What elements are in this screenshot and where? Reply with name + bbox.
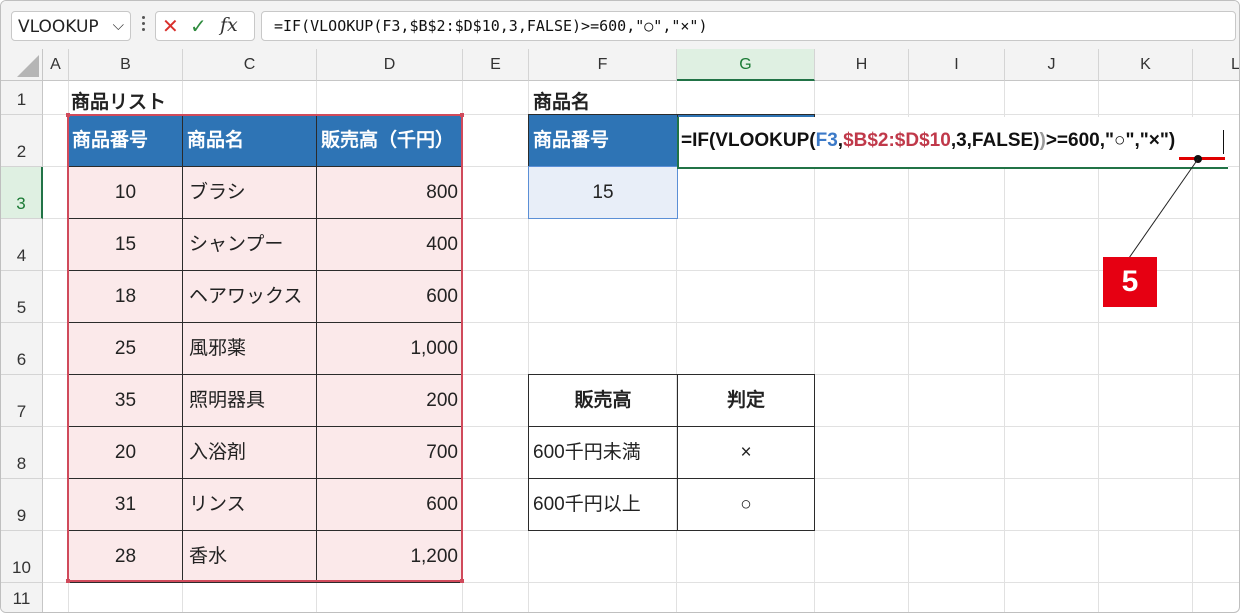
sales-cell[interactable]: 200 [316, 374, 463, 427]
header-product-name[interactable]: 商品名 [182, 114, 317, 167]
row-header-9[interactable]: 9 [1, 479, 43, 531]
row-number: 4 [16, 246, 27, 265]
row-number: 10 [12, 558, 31, 577]
row-number: 5 [16, 298, 27, 317]
sales-cell[interactable]: 600 [316, 478, 463, 531]
column-header-d[interactable]: D [317, 49, 463, 81]
row-header-5[interactable]: 5 [1, 271, 43, 323]
product-name-cell[interactable]: 照明器具 [182, 374, 317, 427]
column-header-e[interactable]: E [463, 49, 529, 81]
formula-part: =IF(VLOOKUP( [681, 130, 816, 151]
column-header-c[interactable]: C [183, 49, 317, 81]
criteria-cell[interactable]: ○ [677, 478, 815, 531]
column-header-f[interactable]: F [529, 49, 677, 81]
formula-bar: VLOOKUP ⌵ ✕ ✓ fx =IF(VLOOKUP(F3,$B$2:$D$… [1, 1, 1239, 50]
column-header-g[interactable]: G [677, 49, 815, 81]
column-header-h[interactable]: H [815, 49, 909, 81]
row-header-2[interactable]: 2 [1, 115, 43, 167]
criteria-cell[interactable]: 600千円未満 [528, 426, 678, 479]
formula-text: =IF(VLOOKUP(F3,$B$2:$D$10,3,FALSE)>=600,… [274, 17, 708, 35]
row-header-8[interactable]: 8 [1, 427, 43, 479]
row-header-11[interactable]: 11 [1, 583, 43, 612]
product-number-cell[interactable]: 31 [68, 478, 183, 531]
product-number-cell[interactable]: 10 [68, 166, 183, 219]
product-name-cell[interactable]: 香水 [182, 530, 317, 583]
chevron-down-icon[interactable]: ⌵ [113, 16, 124, 34]
product-number-cell[interactable]: 25 [68, 322, 183, 375]
row-header-10[interactable]: 10 [1, 531, 43, 583]
column-header-j[interactable]: J [1005, 49, 1099, 81]
product-name-cell[interactable]: シャンプー [182, 218, 317, 271]
row-number: 2 [16, 142, 27, 161]
formula-buttons: ✕ ✓ fx [155, 11, 255, 41]
formula-input[interactable]: =IF(VLOOKUP(F3,$B$2:$D$10,3,FALSE)>=600,… [261, 11, 1236, 41]
criteria-cell[interactable]: 600千円以上 [528, 478, 678, 531]
product-number-cell[interactable]: 15 [68, 218, 183, 271]
row-header-4[interactable]: 4 [1, 219, 43, 271]
callout-anchor-dot [1194, 155, 1202, 163]
row-number: 1 [16, 90, 27, 109]
cell-formula-text: =IF(VLOOKUP(F3,$B$2:$D$10,3,FALSE))>=600… [681, 130, 1175, 152]
row-header-6[interactable]: 6 [1, 323, 43, 375]
sales-cell[interactable]: 1,200 [316, 530, 463, 583]
formula-ref-f3: F3 [815, 130, 838, 151]
criteria-cell[interactable]: × [677, 426, 815, 479]
column-header-a[interactable]: A [43, 49, 69, 81]
lookup-title[interactable]: 商品名 [533, 87, 590, 114]
select-all-button[interactable] [1, 49, 43, 81]
sales-cell[interactable]: 400 [316, 218, 463, 271]
column-header-l[interactable]: L [1193, 49, 1239, 81]
column-header-k[interactable]: K [1099, 49, 1193, 81]
row-number: 8 [16, 454, 27, 473]
product-number-cell[interactable]: 20 [68, 426, 183, 479]
product-number-cell[interactable]: 18 [68, 270, 183, 323]
column-header-b[interactable]: B [69, 49, 183, 81]
excel-window: VLOOKUP ⌵ ✕ ✓ fx =IF(VLOOKUP(F3,$B$2:$D$… [0, 0, 1240, 613]
product-name-cell[interactable]: ブラシ [182, 166, 317, 219]
callout-badge: 5 [1103, 257, 1157, 307]
lookup-value-cell[interactable]: 15 [528, 166, 678, 219]
column-header-i[interactable]: I [909, 49, 1005, 81]
product-name-cell[interactable]: リンス [182, 478, 317, 531]
formula-part: ,3,FALSE) [950, 130, 1040, 151]
row-number: 7 [16, 402, 27, 421]
header-product-number[interactable]: 商品番号 [68, 114, 183, 167]
formula-part: ") [1159, 130, 1176, 151]
row-number: 11 [12, 589, 31, 608]
text-cursor [1223, 130, 1224, 154]
product-name-cell[interactable]: 風邪薬 [182, 322, 317, 375]
formula-ref-range: $B$2:$D$10 [843, 130, 951, 151]
highlight-underline [1179, 157, 1225, 160]
header-sales[interactable]: 販売高（千円） [316, 114, 463, 167]
product-name-cell[interactable]: ヘアワックス [182, 270, 317, 323]
product-list-title[interactable]: 商品リスト [71, 87, 166, 114]
sales-cell[interactable]: 1,000 [316, 322, 463, 375]
row-header-7[interactable]: 7 [1, 375, 43, 427]
criteria-header-result[interactable]: 判定 [677, 374, 815, 427]
formula-part: × [1148, 130, 1160, 151]
sales-cell[interactable]: 600 [316, 270, 463, 323]
function-icon[interactable]: fx [220, 14, 238, 36]
product-number-cell[interactable]: 35 [68, 374, 183, 427]
sales-cell[interactable]: 700 [316, 426, 463, 479]
more-icon[interactable] [138, 13, 148, 37]
close-icon[interactable]: ✕ [162, 14, 179, 38]
row-number: 9 [16, 506, 27, 525]
check-icon[interactable]: ✓ [190, 14, 207, 38]
row-header-3[interactable]: 3 [1, 167, 43, 219]
row-number: 3 [16, 194, 26, 213]
name-box-value: VLOOKUP [18, 17, 99, 37]
product-number-cell[interactable]: 28 [68, 530, 183, 583]
sales-cell[interactable]: 800 [316, 166, 463, 219]
name-box[interactable]: VLOOKUP ⌵ [11, 11, 131, 41]
criteria-header-sales[interactable]: 販売高 [528, 374, 678, 427]
lookup-header-number[interactable]: 商品番号 [528, 114, 678, 167]
row-header-1[interactable]: 1 [1, 81, 43, 115]
formula-part: >=600,"○"," [1045, 130, 1149, 151]
row-number: 6 [16, 350, 27, 369]
product-name-cell[interactable]: 入浴剤 [182, 426, 317, 479]
